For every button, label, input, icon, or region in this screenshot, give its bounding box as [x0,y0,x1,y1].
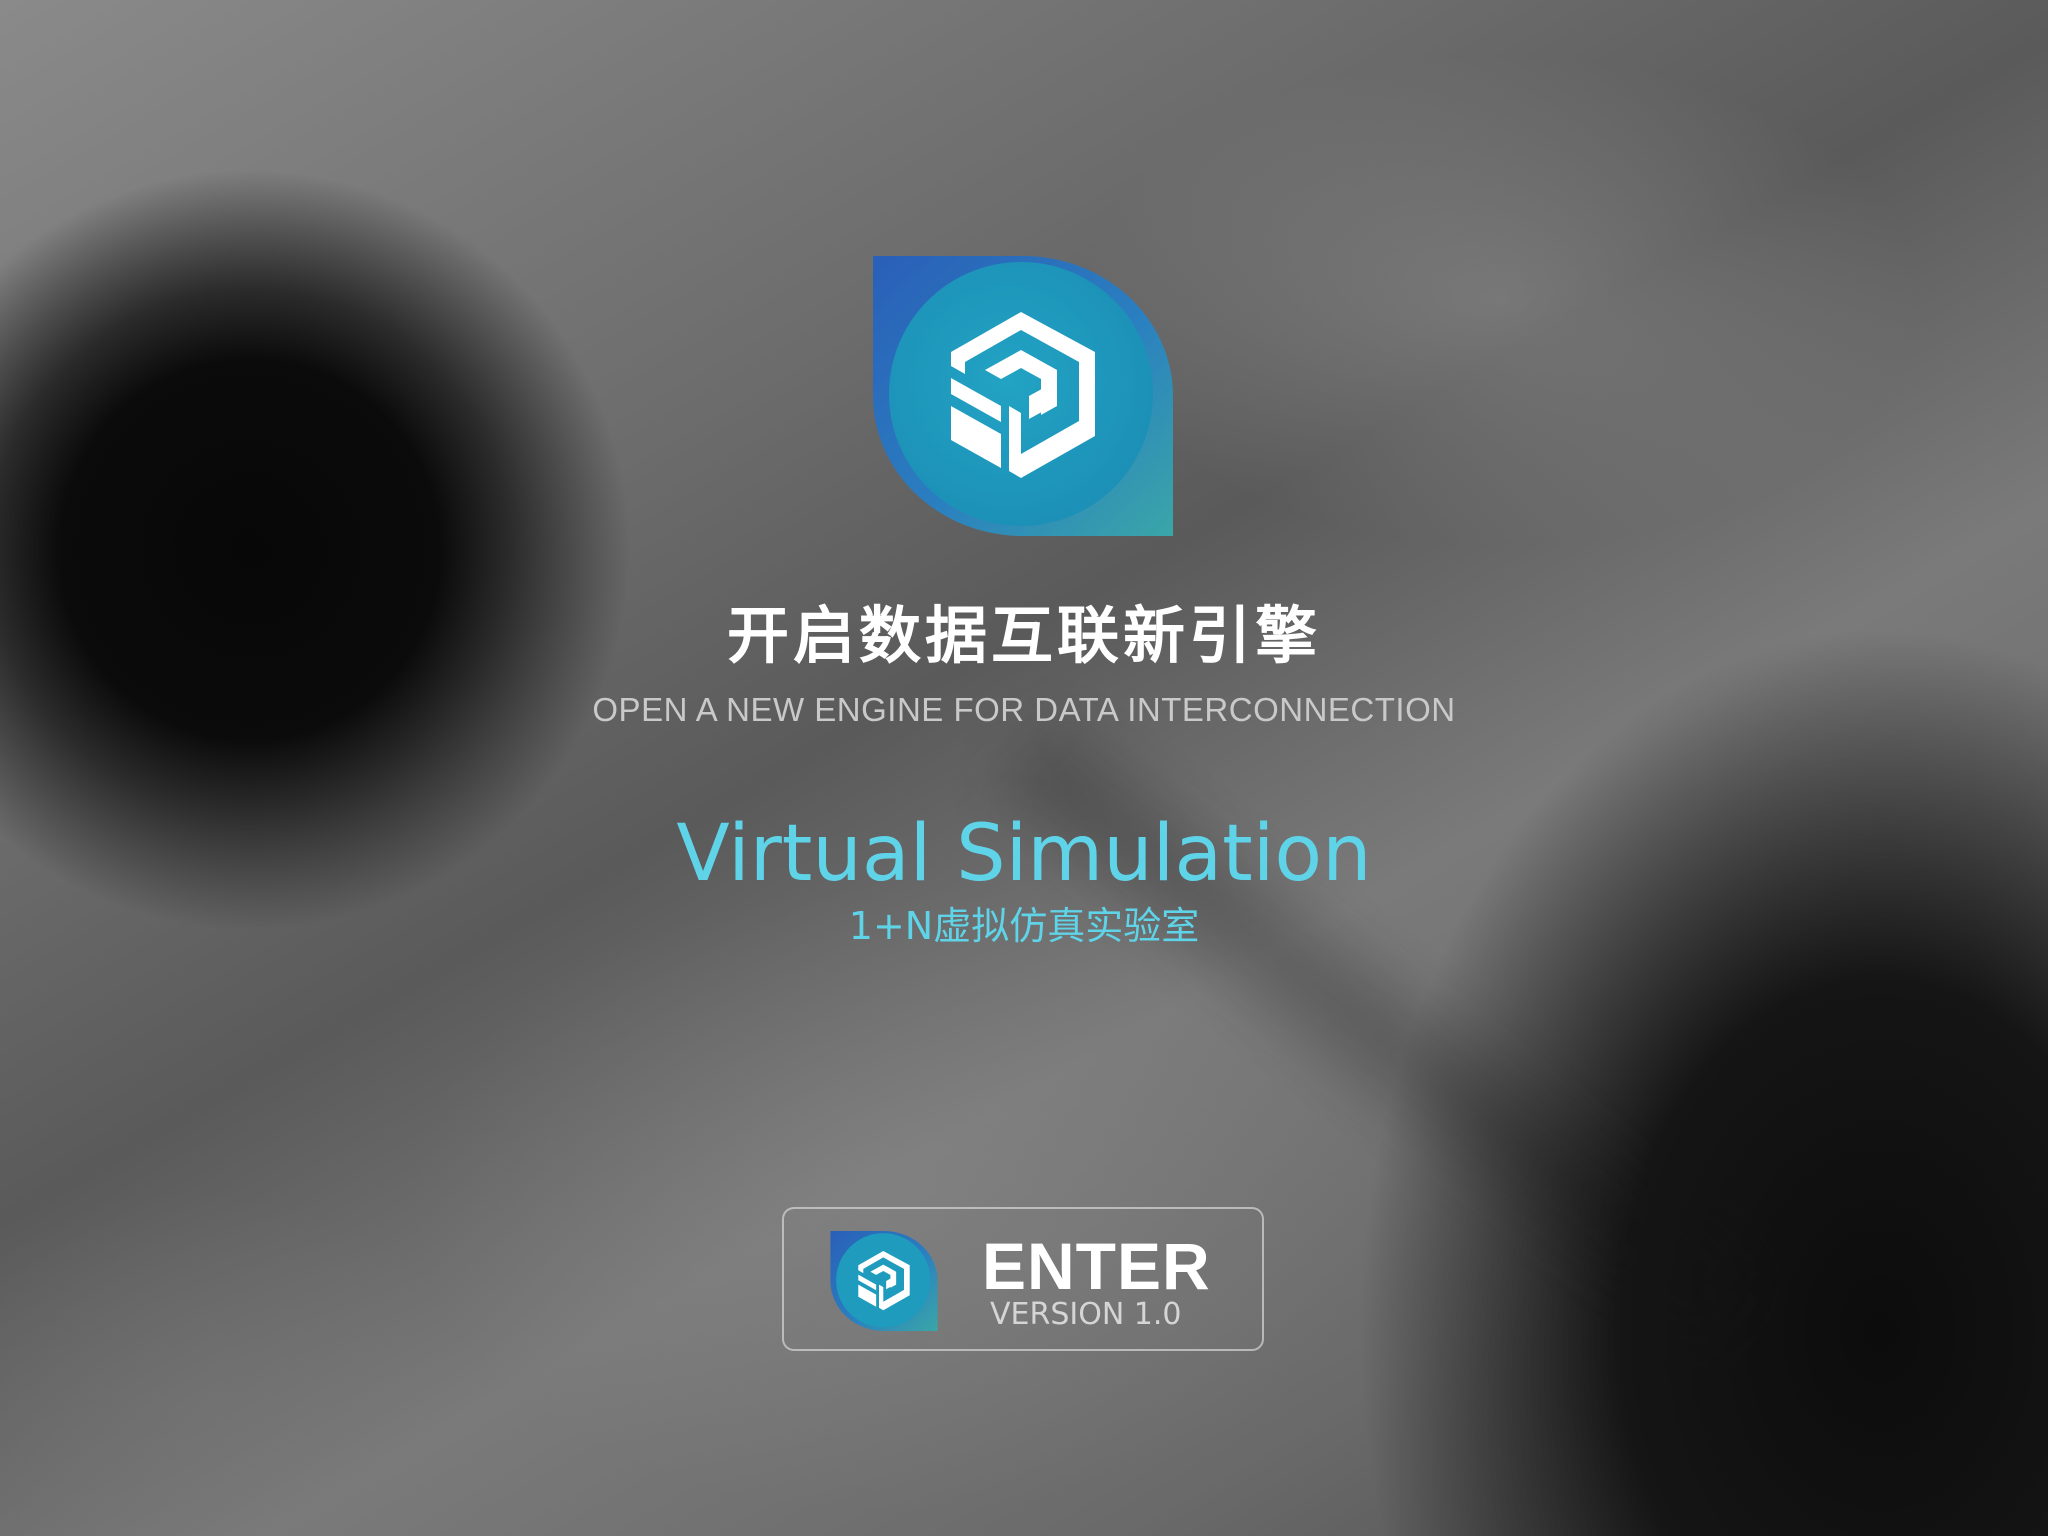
splash-screen: 开启数据互联新引擎 OPEN A NEW ENGINE FOR DATA INT… [0,0,2048,1536]
headline-title-cn: 开启数据互联新引擎 [726,599,1321,672]
enter-button-label: ENTER [982,1229,1211,1303]
enter-button[interactable]: ENTER VERSION 1.0 [782,1207,1264,1351]
headline-title-en: OPEN A NEW ENGINE FOR DATA INTERCONNECTI… [592,691,1456,728]
version-label: VERSION 1.0 [990,1297,1182,1332]
product-name-en: Virtual Simulation [676,809,1372,899]
product-name-cn: 1+N虚拟仿真实验室 [848,904,1200,948]
sd-cube-logo-icon [828,1231,940,1331]
sd-cube-logo-icon [873,256,1173,536]
